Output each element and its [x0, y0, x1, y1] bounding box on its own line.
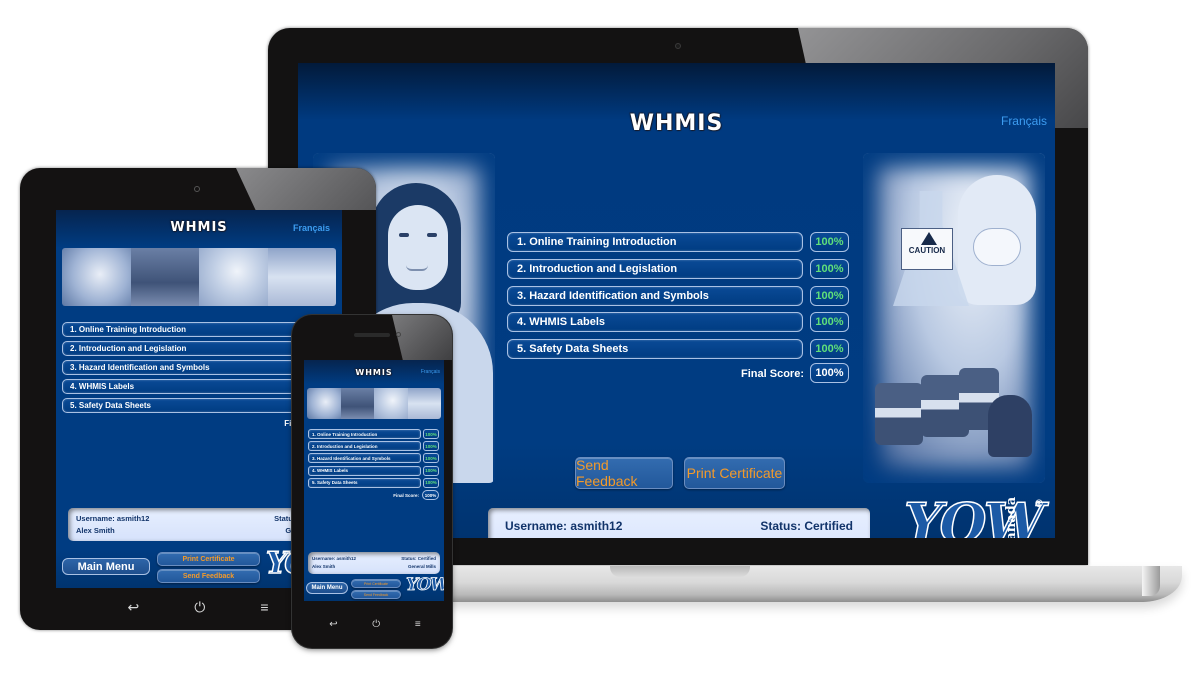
drum-icon — [875, 383, 923, 445]
tablet-nav-bar: ↩ ⏻ ≡ — [100, 596, 296, 618]
print-certificate-button[interactable]: Print Certificate — [684, 457, 785, 489]
power-icon[interactable]: ⏻ — [194, 599, 205, 616]
send-feedback-button[interactable]: Send Feedback — [575, 457, 673, 489]
module-row: 1. Online Training Introduction 100% — [507, 232, 849, 252]
hazard-worker-photo: CAUTION — [863, 153, 1045, 483]
module-score: 100% — [810, 312, 849, 333]
tablet-camera-icon — [194, 186, 200, 192]
phone-device: WHMIS Français 1. Online Training Introd… — [292, 315, 452, 648]
phone-screen: WHMIS Français 1. Online Training Introd… — [304, 360, 444, 601]
user-info-panel: Username: asmith12 Status: Certified Ale… — [488, 508, 870, 538]
app-title: WHMIS — [629, 111, 724, 136]
yow-canada-logo: YOW — [406, 575, 444, 596]
woman-thumb — [199, 248, 268, 306]
caution-label: CAUTION — [901, 228, 953, 270]
module-row: 1. Online Training Introduction 100% — [308, 429, 439, 439]
print-certificate-button[interactable]: Print Certificate — [157, 552, 260, 566]
drums-thumb — [130, 248, 199, 306]
module-score: 100% — [810, 339, 849, 360]
phone-camera-icon — [396, 332, 401, 337]
module-row: 2. Introduction and Legislation 100% — [308, 441, 439, 452]
full-name-text: Alex Smith — [76, 526, 115, 535]
module-score: 100% — [810, 285, 849, 306]
worker-figure — [988, 395, 1032, 457]
biohazard-icon — [921, 232, 937, 245]
module-score: 100% — [810, 232, 849, 252]
back-icon[interactable]: ↩ — [329, 619, 337, 630]
module-button[interactable]: 4. WHMIS Labels — [507, 312, 803, 333]
print-certificate-button[interactable]: Print Certificate — [351, 579, 401, 588]
send-feedback-button[interactable]: Send Feedback — [351, 590, 401, 599]
language-link[interactable]: Français — [293, 223, 330, 233]
power-icon[interactable]: ⏻ — [372, 619, 380, 630]
username-text: Username: asmith12 — [505, 519, 623, 533]
module-button[interactable]: 1. Online Training Introduction — [507, 232, 803, 252]
final-score-label: Final Score: — [741, 368, 804, 380]
module-score: 100% — [423, 453, 439, 464]
final-score-label: Final Score: — [393, 493, 419, 498]
module-row: 3. Hazard Identification and Symbols 100% — [507, 285, 849, 306]
module-button[interactable]: 3. Hazard Identification and Symbols — [507, 285, 803, 306]
module-score: 100% — [423, 441, 439, 452]
menu-icon[interactable]: ≡ — [415, 619, 421, 630]
main-menu-button[interactable]: Main Menu — [62, 558, 150, 575]
user-info-panel: Username: asmith12 Status: Certified Ale… — [308, 552, 440, 574]
module-button[interactable]: 2. Introduction and Legislation — [308, 441, 421, 452]
back-icon[interactable]: ↩ — [128, 599, 140, 616]
module-button[interactable]: 4. WHMIS Labels — [308, 465, 421, 476]
module-score: 100% — [423, 465, 439, 476]
module-row: 5. Safety Data Sheets 100% — [308, 477, 439, 488]
module-score: 100% — [810, 258, 849, 279]
module-button[interactable]: 5. Safety Data Sheets — [308, 477, 421, 488]
banner-photos — [62, 248, 336, 306]
module-row: 4. WHMIS Labels 100% — [507, 312, 849, 333]
module-button[interactable]: 5. Safety Data Sheets — [507, 339, 803, 360]
phone-speaker — [354, 333, 390, 337]
banner-photos — [307, 388, 441, 419]
language-link[interactable]: Français — [421, 369, 440, 375]
main-menu-button[interactable]: Main Menu — [306, 582, 348, 594]
status-text: Status: Certified — [760, 519, 853, 533]
phone-nav-bar: ↩ ⏻ ≡ — [312, 615, 438, 633]
laptop-notch — [610, 566, 750, 577]
language-link[interactable]: Français — [1001, 114, 1047, 128]
module-row: 4. WHMIS Labels 100% — [308, 465, 439, 476]
module-row: 2. Introduction and Legislation 100% — [507, 258, 849, 279]
send-feedback-button[interactable]: Send Feedback — [157, 569, 260, 583]
module-score: 100% — [423, 477, 439, 488]
module-row: 3. Hazard Identification and Symbols 100% — [308, 453, 439, 464]
menu-icon[interactable]: ≡ — [260, 599, 268, 615]
module-score: 100% — [423, 429, 439, 439]
final-score-value: 100% — [810, 363, 849, 383]
final-score-value: 100% — [422, 490, 439, 500]
laptop-camera-icon — [675, 43, 681, 49]
username-text: Username: asmith12 — [76, 514, 150, 523]
module-button[interactable]: 3. Hazard Identification and Symbols — [308, 453, 421, 464]
module-button[interactable]: 1. Online Training Introduction — [308, 429, 421, 439]
module-button[interactable]: 2. Introduction and Legislation — [507, 258, 803, 279]
module-row: 5. Safety Data Sheets 100% — [507, 339, 849, 360]
chemical-jugs-thumb — [267, 248, 336, 306]
hazard-worker-thumb — [62, 248, 131, 306]
